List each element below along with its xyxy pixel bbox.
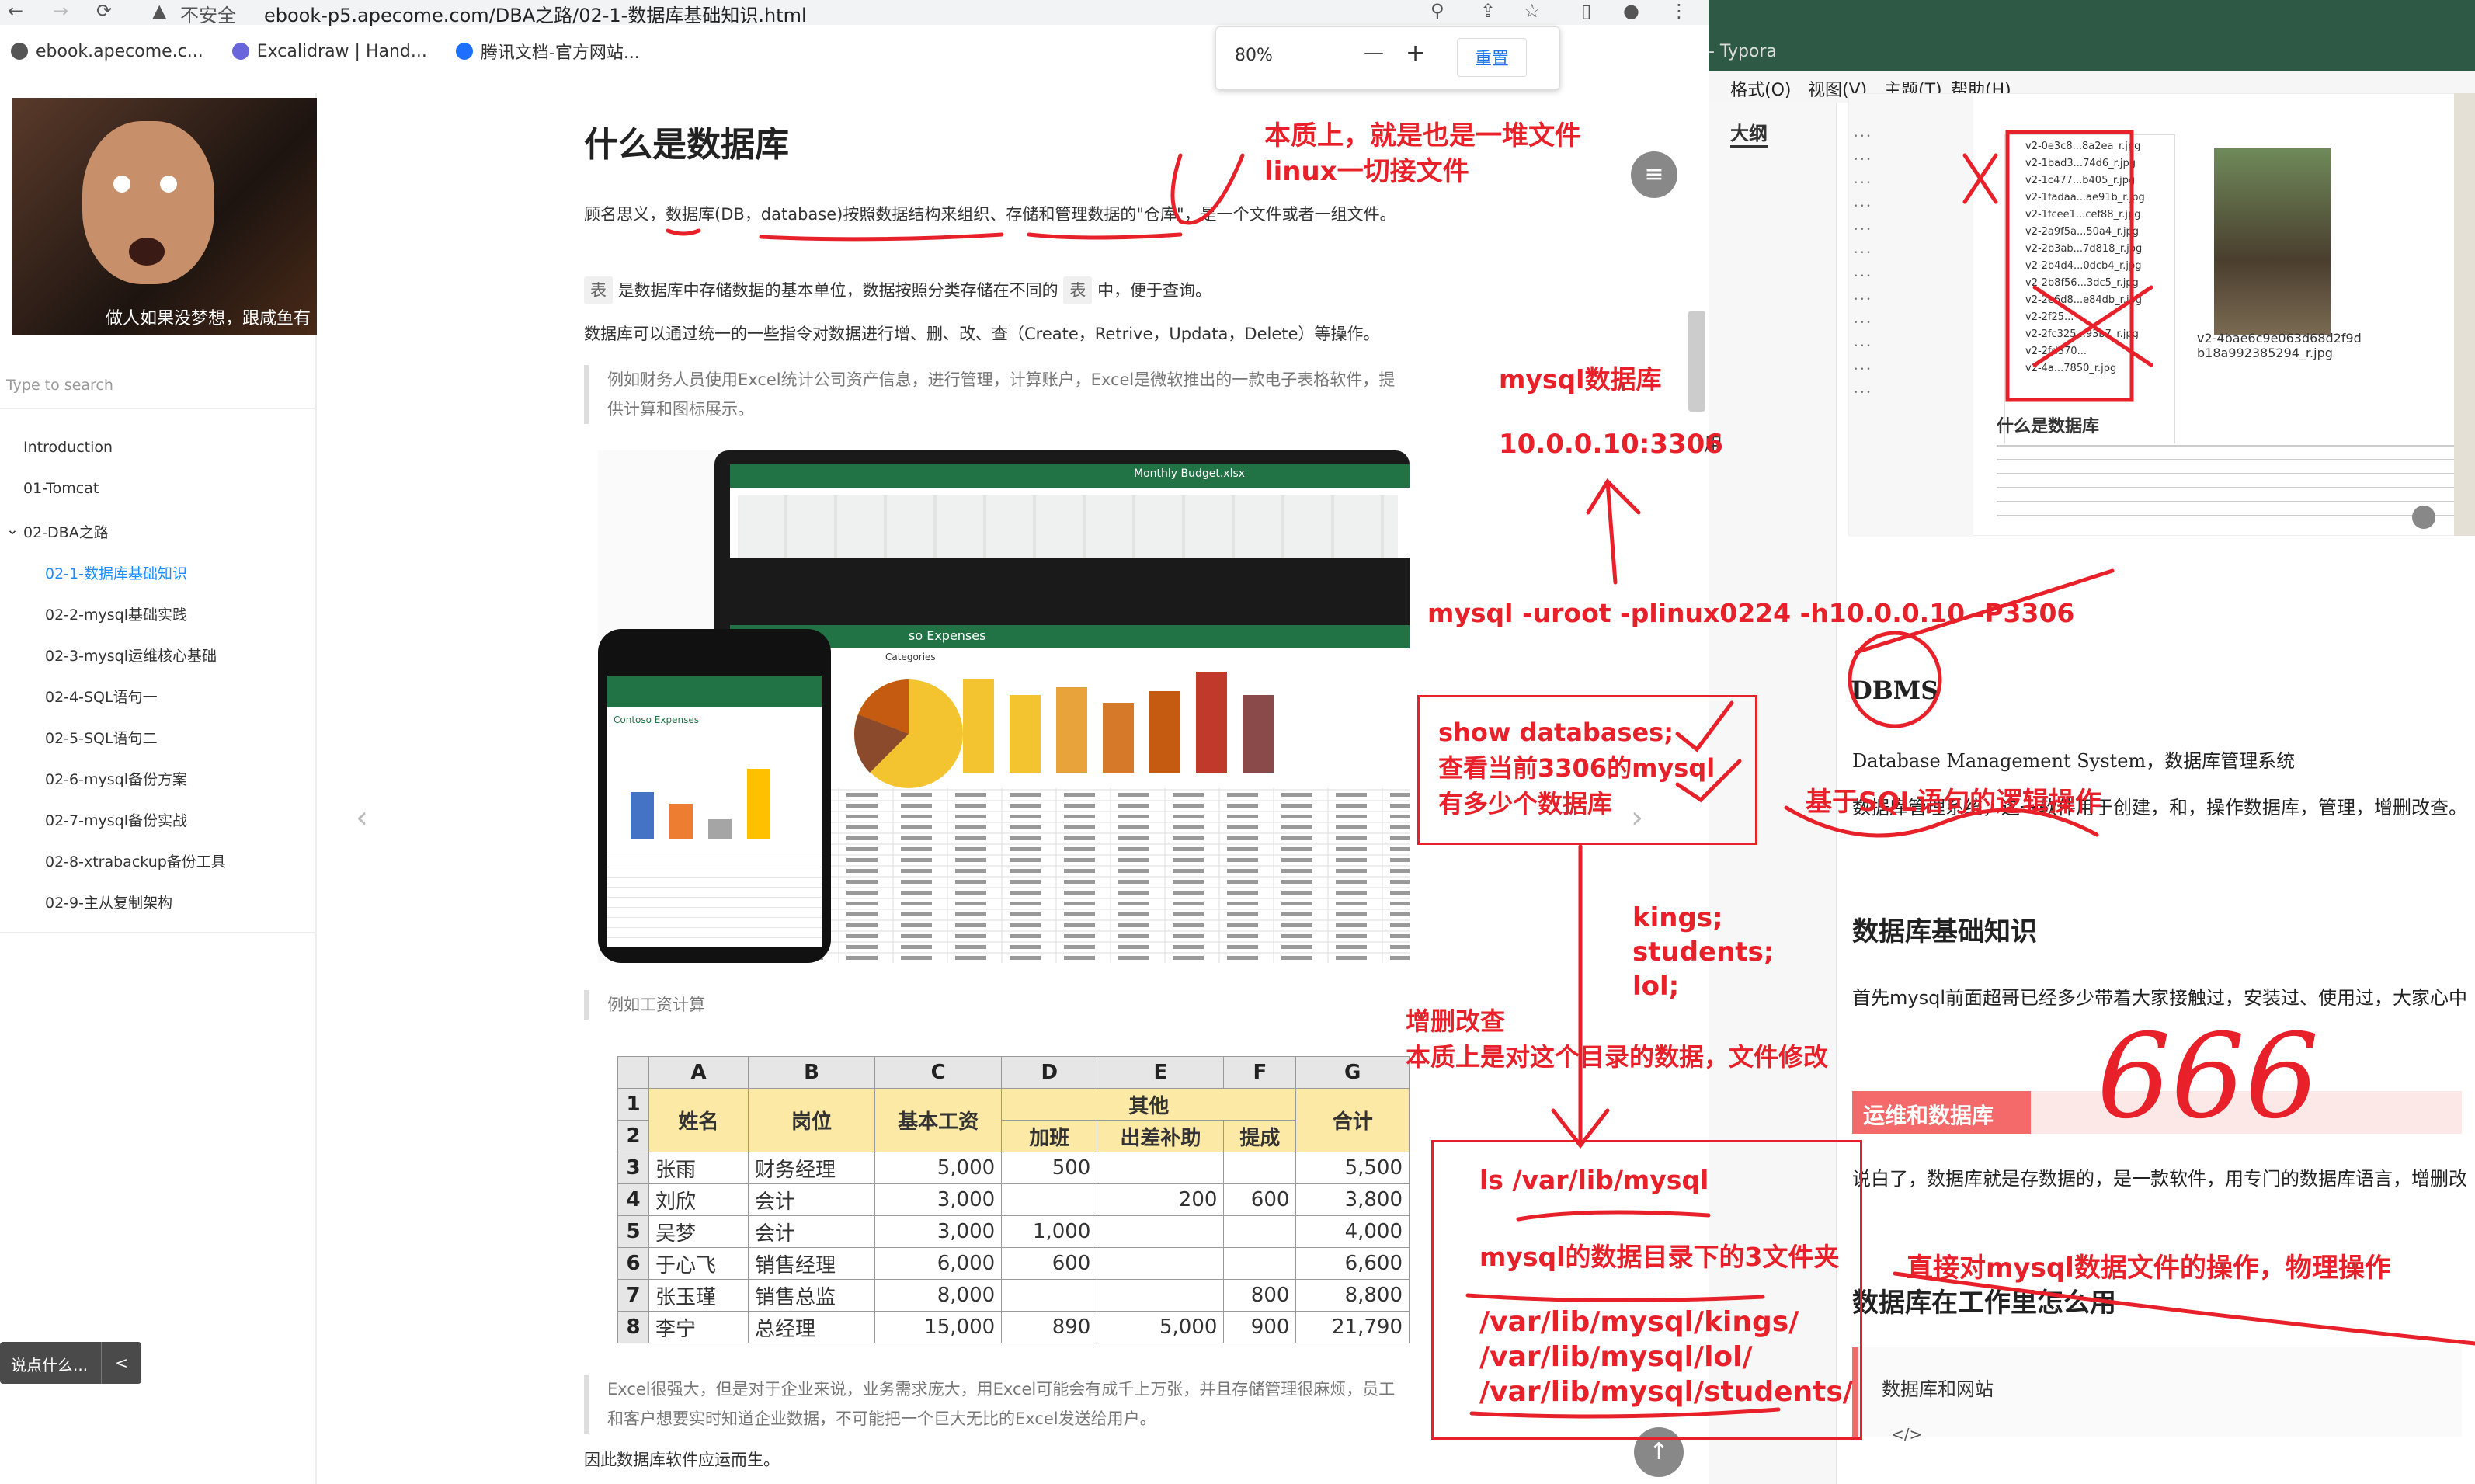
- underline-stroke: [1516, 1210, 1711, 1222]
- thumb-highlight-box: [2005, 130, 2134, 402]
- annotation-strokes: [666, 130, 2475, 1419]
- underline-stroke: [1027, 232, 1183, 240]
- pointer-stroke: [1854, 568, 2115, 655]
- check-marks: [1675, 700, 1742, 803]
- squiggle-stroke: [1784, 805, 2099, 838]
- cross-marks: [1962, 153, 2153, 367]
- arrow-up: [1586, 478, 1641, 585]
- circle-dbms: [1848, 631, 1942, 728]
- underline-stroke: [1893, 1271, 2475, 1346]
- underline-stroke: [666, 228, 701, 236]
- check-stroke: [1170, 153, 1245, 225]
- arrow-down: [1551, 844, 1610, 1149]
- underline-stroke: [1465, 1293, 1781, 1419]
- underline-stroke: [759, 232, 1004, 242]
